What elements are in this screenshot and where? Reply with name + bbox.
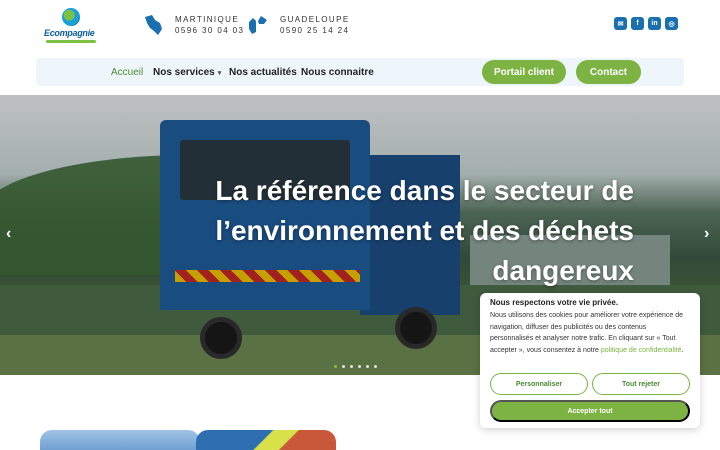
chevron-down-icon: ▾ <box>217 69 222 77</box>
reject-all-button[interactable]: Tout rejeter <box>592 373 690 395</box>
section-image <box>40 430 200 450</box>
social-links: ✉ f in ◎ <box>614 17 678 30</box>
cookie-title: Nous respectons votre vie privée. <box>490 298 619 307</box>
cookie-text: Nous utilisons des cookies pour améliore… <box>490 310 690 356</box>
slider-dot[interactable] <box>350 365 353 368</box>
logo-text: Ecompagnie <box>44 28 95 38</box>
site-logo[interactable]: Ecompagnie <box>44 8 100 44</box>
nav-services-label: Nos services <box>153 67 215 78</box>
martinique-map-icon <box>145 15 162 35</box>
region-label: MARTINIQUE <box>175 15 240 24</box>
cookie-consent-banner: Nous respectons votre vie privée. Nous u… <box>480 293 700 428</box>
contact-button[interactable]: Contact <box>576 60 641 84</box>
nav-about[interactable]: Nous connaitre <box>301 67 374 78</box>
logo-emblem <box>62 8 80 26</box>
accept-all-button[interactable]: Accepter tout <box>490 400 690 422</box>
main-nav: Accueil Nos services ▾ Nos actualités No… <box>36 58 684 86</box>
mail-icon[interactable]: ✉ <box>614 17 627 30</box>
slider-dot[interactable] <box>366 365 369 368</box>
guadeloupe-map-icon <box>249 16 267 34</box>
contact-martinique: MARTINIQUE 0596 30 04 03 <box>143 14 244 36</box>
phone-number[interactable]: 0590 25 14 24 <box>280 25 350 36</box>
hero-title: La référence dans le secteur de l’enviro… <box>215 175 634 286</box>
slider-dot[interactable] <box>358 365 361 368</box>
top-bar: Ecompagnie MARTINIQUE 0596 30 04 03 GUAD… <box>0 0 720 56</box>
slider-dot[interactable] <box>334 365 337 368</box>
nav-services[interactable]: Nos services ▾ <box>153 67 221 78</box>
privacy-policy-link[interactable]: politique de confidentialité <box>601 347 682 354</box>
chevron-left-icon[interactable]: ‹ <box>6 225 11 243</box>
logo-underline <box>46 40 96 43</box>
slider-dot[interactable] <box>342 365 345 368</box>
facebook-icon[interactable]: f <box>631 17 644 30</box>
phone-number[interactable]: 0596 30 04 03 <box>175 25 244 36</box>
nav-home[interactable]: Accueil <box>111 67 143 78</box>
region-label: GUADELOUPE <box>280 15 350 24</box>
section-image <box>196 430 336 450</box>
customize-button[interactable]: Personnaliser <box>490 373 588 395</box>
contact-guadeloupe: GUADELOUPE 0590 25 14 24 <box>248 14 350 36</box>
slider-dots <box>334 365 377 368</box>
client-portal-button[interactable]: Portail client <box>482 60 566 84</box>
instagram-icon[interactable]: ◎ <box>665 17 678 30</box>
linkedin-icon[interactable]: in <box>648 17 661 30</box>
cookie-body-end: . <box>681 346 684 354</box>
chevron-right-icon[interactable]: › <box>704 225 709 243</box>
slider-dot[interactable] <box>374 365 377 368</box>
nav-news[interactable]: Nos actualités <box>229 67 297 78</box>
